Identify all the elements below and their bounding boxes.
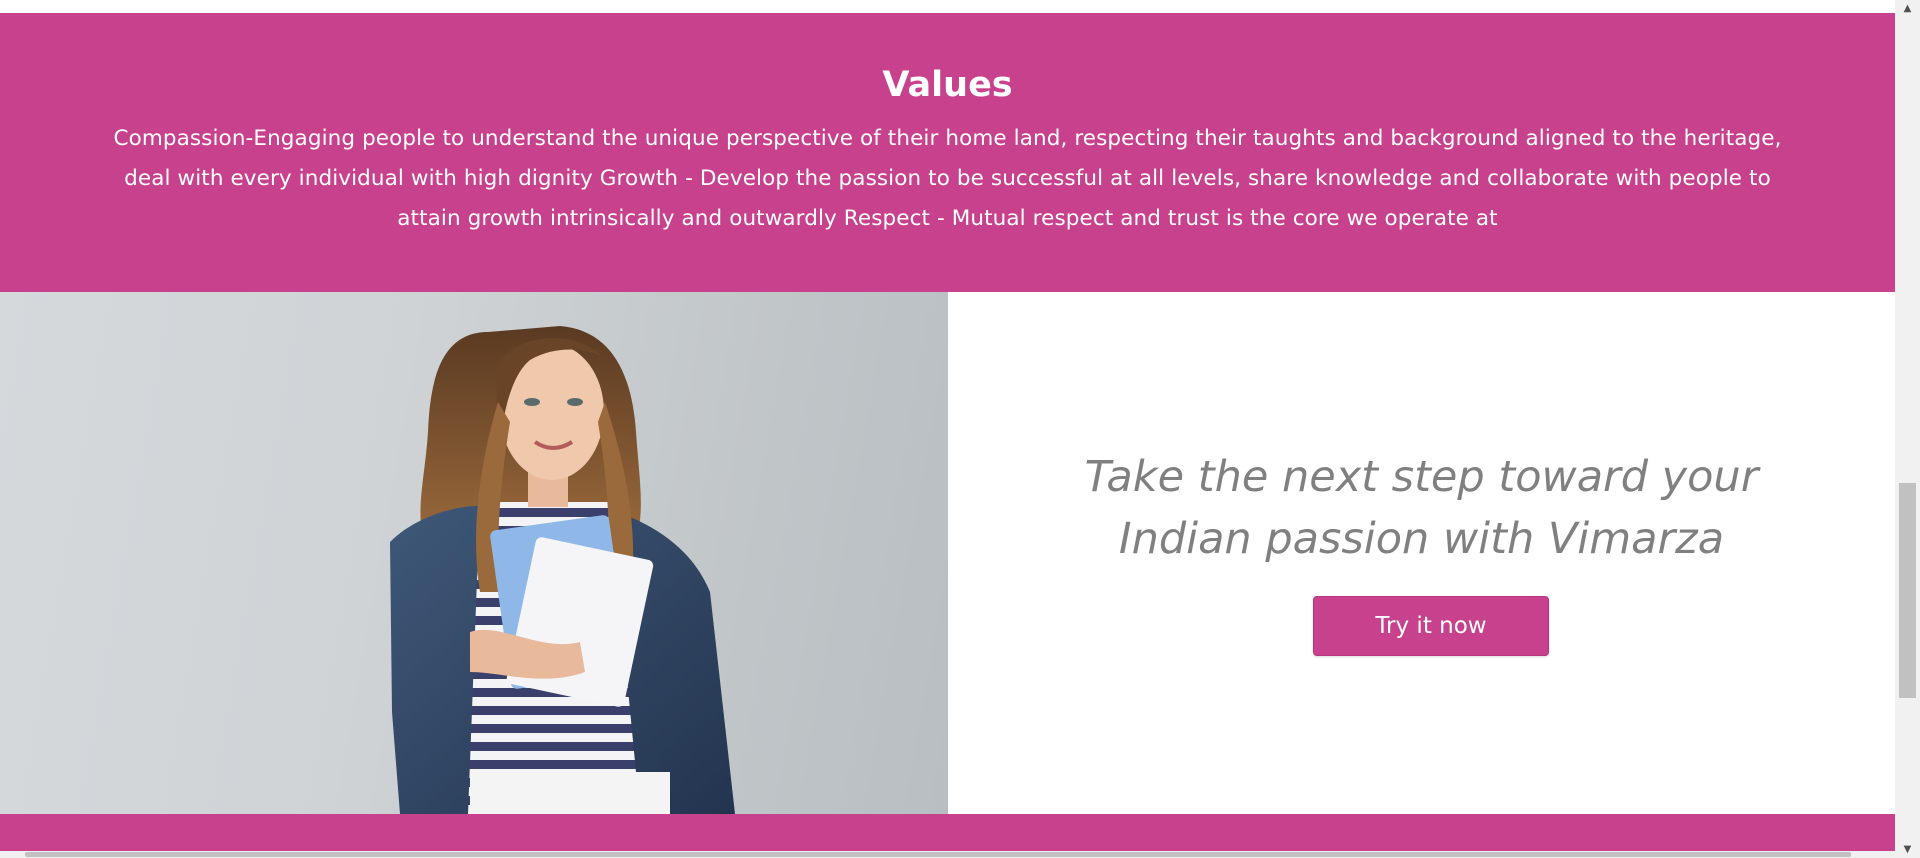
top-strip [0, 0, 1895, 13]
student-photo [0, 292, 948, 814]
page: Values Compassion-Engaging people to und… [0, 0, 1920, 858]
scroll-up-arrow-icon[interactable]: ▲ [1895, 0, 1920, 17]
cta-heading-line-2: Indian passion with Vimarza [1118, 514, 1725, 564]
values-title: Values [882, 65, 1013, 105]
vertical-scrollbar-thumb[interactable] [1899, 483, 1916, 698]
horizontal-scrollbar[interactable] [0, 851, 1895, 858]
cta-heading-line-1: Take the next step toward your [1084, 452, 1759, 502]
vertical-scrollbar[interactable]: ▲ ▼ [1895, 0, 1920, 858]
try-it-now-button[interactable]: Try it now [1313, 596, 1549, 656]
values-section: Values Compassion-Engaging people to und… [0, 13, 1895, 292]
main-content: Values Compassion-Engaging people to und… [0, 0, 1895, 858]
cta-heading: Take the next step toward your Indian pa… [948, 446, 1895, 570]
horizontal-scrollbar-thumb[interactable] [25, 852, 1851, 857]
scroll-down-arrow-icon[interactable]: ▼ [1895, 841, 1920, 858]
values-description: Compassion-Engaging people to understand… [113, 126, 1782, 231]
cta-panel: Take the next step toward your Indian pa… [948, 292, 1895, 814]
student-illustration [390, 326, 735, 814]
cta-section: Take the next step toward your Indian pa… [0, 292, 1895, 814]
